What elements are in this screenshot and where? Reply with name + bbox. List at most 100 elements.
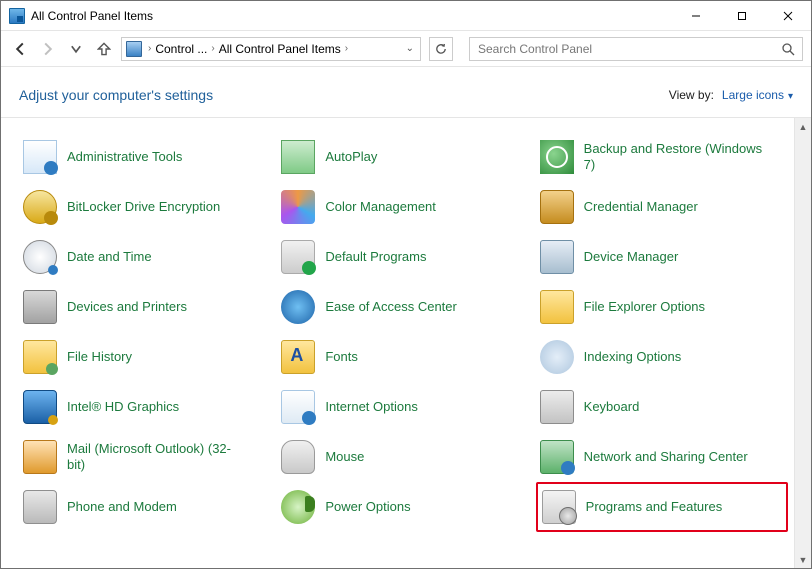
cp-item-bitlocker-drive-encryption[interactable]: BitLocker Drive Encryption bbox=[19, 182, 271, 232]
cp-item-file-history[interactable]: File History bbox=[19, 332, 271, 382]
fonts-icon bbox=[281, 340, 315, 374]
control-panel-window: All Control Panel Items bbox=[0, 0, 812, 569]
backup-icon bbox=[540, 140, 574, 174]
cp-item-file-explorer-options[interactable]: File Explorer Options bbox=[536, 282, 788, 332]
control-panel-mini-icon bbox=[126, 41, 142, 57]
cp-item-label: Programs and Features bbox=[586, 499, 723, 515]
cp-item-ease-of-access-center[interactable]: Ease of Access Center bbox=[277, 282, 529, 332]
cp-item-device-manager[interactable]: Device Manager bbox=[536, 232, 788, 282]
cp-item-label: Power Options bbox=[325, 499, 410, 515]
printers-icon bbox=[23, 290, 57, 324]
scroll-down-button[interactable]: ▼ bbox=[795, 551, 811, 568]
minimize-button[interactable] bbox=[673, 1, 719, 31]
breadcrumb[interactable]: › Control ... › All Control Panel Items … bbox=[121, 37, 421, 61]
page-heading: Adjust your computer's settings bbox=[19, 87, 213, 103]
cp-item-label: Keyboard bbox=[584, 399, 640, 415]
search-input[interactable] bbox=[476, 41, 780, 57]
forward-button[interactable] bbox=[37, 38, 59, 60]
cp-item-phone-and-modem[interactable]: Phone and Modem bbox=[19, 482, 271, 532]
cp-item-autoplay[interactable]: AutoPlay bbox=[277, 132, 529, 182]
cp-item-color-management[interactable]: Color Management bbox=[277, 182, 529, 232]
bitlocker-icon bbox=[23, 190, 57, 224]
cp-item-keyboard[interactable]: Keyboard bbox=[536, 382, 788, 432]
cp-item-indexing-options[interactable]: Indexing Options bbox=[536, 332, 788, 382]
ie-icon bbox=[281, 390, 315, 424]
autoplay-icon bbox=[281, 140, 315, 174]
mail-icon bbox=[23, 440, 57, 474]
color-icon bbox=[281, 190, 315, 224]
viewby-dropdown[interactable]: Large icons ▾ bbox=[722, 88, 793, 102]
body: Administrative Tools AutoPlay Backup and R… bbox=[1, 118, 811, 568]
mouse-icon bbox=[281, 440, 315, 474]
cp-item-date-and-time[interactable]: Date and Time bbox=[19, 232, 271, 282]
cp-item-label: Devices and Printers bbox=[67, 299, 187, 315]
cp-item-label: Network and Sharing Center bbox=[584, 449, 748, 465]
cp-item-default-programs[interactable]: Default Programs bbox=[277, 232, 529, 282]
cp-item-devices-and-printers[interactable]: Devices and Printers bbox=[19, 282, 271, 332]
address-expand-icon[interactable]: ⌄ bbox=[406, 43, 416, 54]
default-icon bbox=[281, 240, 315, 274]
cp-item-label: Color Management bbox=[325, 199, 436, 215]
credential-icon bbox=[540, 190, 574, 224]
viewby-value: Large icons bbox=[722, 88, 784, 102]
cp-item-fonts[interactable]: Fonts bbox=[277, 332, 529, 382]
window-buttons bbox=[673, 1, 811, 30]
cp-item-label: Device Manager bbox=[584, 249, 679, 265]
net-icon bbox=[540, 440, 574, 474]
programs-icon bbox=[542, 490, 576, 524]
ease-icon bbox=[281, 290, 315, 324]
cp-item-credential-manager[interactable]: Credential Manager bbox=[536, 182, 788, 232]
cp-item-label: File Explorer Options bbox=[584, 299, 705, 315]
cp-item-label: BitLocker Drive Encryption bbox=[67, 199, 220, 215]
header-row: Adjust your computer's settings View by:… bbox=[1, 67, 811, 117]
scrollbar[interactable]: ▲ ▼ bbox=[794, 118, 811, 568]
cp-item-label: Fonts bbox=[325, 349, 358, 365]
cp-item-label: AutoPlay bbox=[325, 149, 377, 165]
index-icon bbox=[540, 340, 574, 374]
cp-item-power-options[interactable]: Power Options bbox=[277, 482, 529, 532]
admin-icon bbox=[23, 140, 57, 174]
chevron-right-icon: › bbox=[343, 43, 350, 54]
cp-item-administrative-tools[interactable]: Administrative Tools bbox=[19, 132, 271, 182]
cp-item-label: Administrative Tools bbox=[67, 149, 182, 165]
cp-item-label: Internet Options bbox=[325, 399, 418, 415]
maximize-button[interactable] bbox=[719, 1, 765, 31]
device-icon bbox=[540, 240, 574, 274]
items-grid: Administrative Tools AutoPlay Backup and R… bbox=[1, 118, 794, 568]
refresh-button[interactable] bbox=[429, 37, 453, 61]
cp-item-label: Mail (Microsoft Outlook) (32-bit) bbox=[67, 441, 247, 472]
chevron-down-icon: ▾ bbox=[788, 91, 793, 102]
intel-icon bbox=[23, 390, 57, 424]
cp-item-programs-and-features[interactable]: Programs and Features bbox=[536, 482, 788, 532]
breadcrumb-seg-1[interactable]: Control ... bbox=[155, 42, 207, 56]
recent-dropdown[interactable] bbox=[65, 38, 87, 60]
titlebar: All Control Panel Items bbox=[1, 1, 811, 31]
address-toolbar: › Control ... › All Control Panel Items … bbox=[1, 31, 811, 67]
chevron-right-icon: › bbox=[209, 43, 216, 54]
explorer-icon bbox=[540, 290, 574, 324]
cp-item-label: Backup and Restore (Windows 7) bbox=[584, 141, 764, 172]
chevron-right-icon: › bbox=[146, 43, 153, 54]
scroll-up-button[interactable]: ▲ bbox=[795, 118, 811, 135]
cp-item-network-and-sharing-center[interactable]: Network and Sharing Center bbox=[536, 432, 788, 482]
up-button[interactable] bbox=[93, 38, 115, 60]
cp-item-mouse[interactable]: Mouse bbox=[277, 432, 529, 482]
window-title: All Control Panel Items bbox=[31, 9, 153, 23]
cp-item-label: Default Programs bbox=[325, 249, 426, 265]
breadcrumb-seg-2[interactable]: All Control Panel Items bbox=[219, 42, 341, 56]
datetime-icon bbox=[23, 240, 57, 274]
cp-item-internet-options[interactable]: Internet Options bbox=[277, 382, 529, 432]
phone-icon bbox=[23, 490, 57, 524]
cp-item-intel-hd-graphics[interactable]: Intel® HD Graphics bbox=[19, 382, 271, 432]
kbd-icon bbox=[540, 390, 574, 424]
cp-item-mail-microsoft-outlook-32-bit[interactable]: Mail (Microsoft Outlook) (32-bit) bbox=[19, 432, 271, 482]
control-panel-icon bbox=[9, 8, 25, 24]
cp-item-backup-and-restore-windows-7[interactable]: Backup and Restore (Windows 7) bbox=[536, 132, 788, 182]
cp-item-label: File History bbox=[67, 349, 132, 365]
filehist-icon bbox=[23, 340, 57, 374]
search-box[interactable] bbox=[469, 37, 803, 61]
back-button[interactable] bbox=[9, 38, 31, 60]
close-button[interactable] bbox=[765, 1, 811, 31]
viewby-label: View by: bbox=[669, 88, 714, 102]
search-icon bbox=[780, 41, 796, 57]
